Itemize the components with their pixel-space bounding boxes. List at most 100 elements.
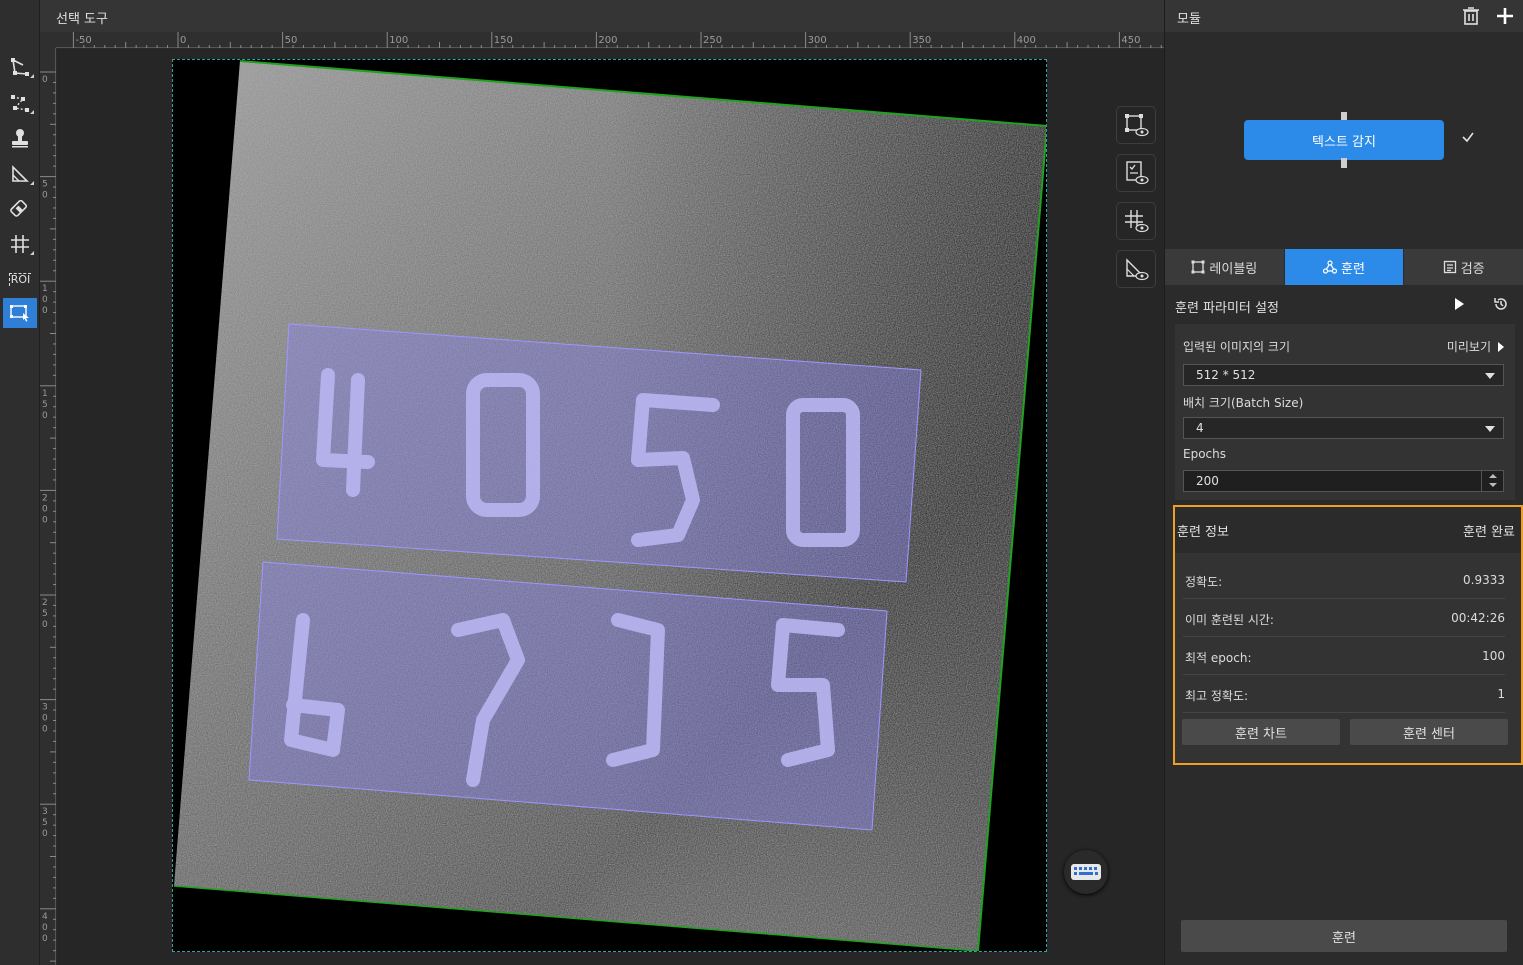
- params-header: 훈련 파라미터 설정: [1165, 287, 1523, 323]
- ruler-left-label: 350: [42, 807, 48, 839]
- stepper-down-icon[interactable]: [1489, 483, 1497, 487]
- epochs-stepper[interactable]: [1481, 471, 1503, 491]
- text-detection-module[interactable]: 텍스트 감지: [1244, 120, 1444, 160]
- history-icon: [1494, 298, 1507, 310]
- expand-params-button[interactable]: [1452, 297, 1466, 311]
- training-center-button[interactable]: 훈련 센터: [1350, 719, 1508, 745]
- keyboard-shortcuts-button[interactable]: [1064, 850, 1108, 894]
- mask-tool[interactable]: [3, 159, 37, 189]
- batch-size-select[interactable]: 4: [1183, 417, 1504, 439]
- module-header: 모듈: [1165, 0, 1523, 32]
- training-info-panel: 훈련 정보 훈련 완료 정확도: 0.9333 이미 훈련된 시간: 00:42…: [1173, 505, 1523, 765]
- module-output-connector: [1341, 158, 1347, 168]
- tab-label: 훈련: [1341, 261, 1365, 277]
- info-row-elapsed: 이미 훈련된 시간: 00:42:26: [1183, 599, 1505, 637]
- eraser-icon: [10, 199, 28, 217]
- train-button[interactable]: 훈련: [1181, 920, 1507, 952]
- preview-button[interactable]: 미리보기: [1447, 338, 1505, 355]
- tab-train[interactable]: 훈련: [1284, 249, 1405, 285]
- info-row-best-epoch: 최적 epoch: 100: [1183, 637, 1505, 675]
- show-grid-button[interactable]: [1116, 202, 1156, 240]
- stepper-up-icon[interactable]: [1489, 474, 1497, 478]
- polygon-tool[interactable]: [3, 52, 37, 82]
- add-module-button[interactable]: [1493, 4, 1517, 28]
- info-row-best-accuracy: 최고 정확도: 1: [1183, 675, 1505, 713]
- training-info-title: 훈련 정보: [1177, 525, 1229, 540]
- training-status: 훈련 완료: [1463, 525, 1515, 540]
- epochs-label: Epochs: [1183, 447, 1226, 461]
- info-value: 100: [1482, 649, 1505, 663]
- train-icon: [1323, 260, 1338, 274]
- preview-label: 미리보기: [1446, 340, 1491, 354]
- polyline-tool[interactable]: [3, 88, 37, 118]
- ruler-top-label: 400: [1017, 35, 1036, 46]
- grid-view-icon: [1125, 210, 1149, 233]
- delete-module-button[interactable]: [1461, 6, 1481, 26]
- reset-params-button[interactable]: [1493, 296, 1509, 312]
- info-row-accuracy: 정확도: 0.9333: [1183, 561, 1505, 599]
- chevron-down-icon: [1485, 426, 1495, 432]
- grid-tool[interactable]: [3, 229, 37, 259]
- grid-icon: [11, 235, 29, 253]
- ruler-top-label: 100: [389, 35, 408, 46]
- epochs-input[interactable]: 200: [1183, 470, 1504, 492]
- ruler-top-label: 300: [808, 35, 827, 46]
- validate-icon: [1443, 260, 1456, 274]
- tab-label: 검증: [1460, 261, 1485, 277]
- ruler-top-label: 150: [494, 35, 513, 46]
- ruler-left-ticks: 0 5 0 1 0 0 1 5 0 2 0 0 2 5 0 3 0 0 3 5 0 4 0 0: [40, 71, 56, 962]
- ruler-left-label: 200: [42, 493, 48, 525]
- tab-bar: 레이블링 훈련 검증: [1165, 249, 1523, 285]
- input-size-value: 512 * 512: [1196, 368, 1256, 382]
- plus-icon: [1497, 8, 1513, 24]
- canvas-header: 선택 도구: [40, 0, 1164, 32]
- text-roi-box-1[interactable]: [276, 323, 922, 583]
- training-chart-button[interactable]: 훈련 차트: [1182, 719, 1340, 745]
- stamp-icon: [12, 129, 28, 148]
- select-tool[interactable]: [3, 298, 37, 328]
- tab-validate[interactable]: 검증: [1404, 249, 1523, 285]
- ruler-left-label: 100: [42, 284, 48, 316]
- info-value: 1: [1497, 687, 1505, 701]
- show-mask-button[interactable]: [1116, 250, 1156, 288]
- batch-size-label: 배치 크기(Batch Size): [1183, 396, 1304, 410]
- tab-labeling[interactable]: 레이블링: [1165, 249, 1285, 285]
- eraser-tool[interactable]: [3, 194, 37, 224]
- ruler-corner: [40, 32, 56, 48]
- tab-label: 레이블링: [1209, 261, 1258, 277]
- show-labels-button[interactable]: [1116, 106, 1156, 144]
- info-key: 정확도:: [1185, 575, 1223, 589]
- label-view-icon: [1125, 114, 1149, 137]
- left-toolbar: ROI: [0, 0, 40, 965]
- image-canvas[interactable]: [172, 59, 1047, 952]
- ruler-left-label: 0: [42, 75, 48, 85]
- labeling-icon: [1191, 260, 1205, 274]
- chevron-down-icon: [1485, 373, 1495, 379]
- ruler-left-label: 300: [42, 703, 48, 735]
- ruler-top-label: 200: [598, 35, 617, 46]
- mask-view-icon: [1126, 258, 1149, 281]
- info-value: 00:42:26: [1451, 611, 1505, 625]
- polygon-icon: [11, 58, 29, 76]
- show-results-button[interactable]: [1116, 154, 1156, 192]
- ruler-top-label: 250: [703, 35, 722, 46]
- batch-size-value: 4: [1196, 421, 1204, 435]
- module-title: 모듈: [1177, 12, 1201, 27]
- canvas-title: 선택 도구: [56, 12, 108, 27]
- result-view-icon: [1126, 161, 1149, 185]
- stamp-tool[interactable]: [3, 123, 37, 153]
- roi-tool[interactable]: ROI: [3, 264, 37, 294]
- polyline-icon: [11, 95, 29, 112]
- ruler-top-label: -50: [75, 35, 91, 46]
- ruler-left-label: 50: [42, 180, 48, 201]
- input-size-label: 입력된 이미지의 크기: [1183, 340, 1290, 354]
- ruler-left-label: 400: [42, 912, 48, 944]
- input-size-select[interactable]: 512 * 512: [1183, 364, 1504, 386]
- ruler-left: 0 50 100 150 200 250 300 350 400: [40, 48, 56, 965]
- keyboard-icon: [1071, 864, 1101, 880]
- check-icon: [1461, 130, 1475, 144]
- play-icon: [1455, 298, 1464, 310]
- params-title: 훈련 파라미터 설정: [1175, 301, 1279, 316]
- epochs-value: 200: [1196, 474, 1219, 488]
- selection-icon: [10, 305, 29, 322]
